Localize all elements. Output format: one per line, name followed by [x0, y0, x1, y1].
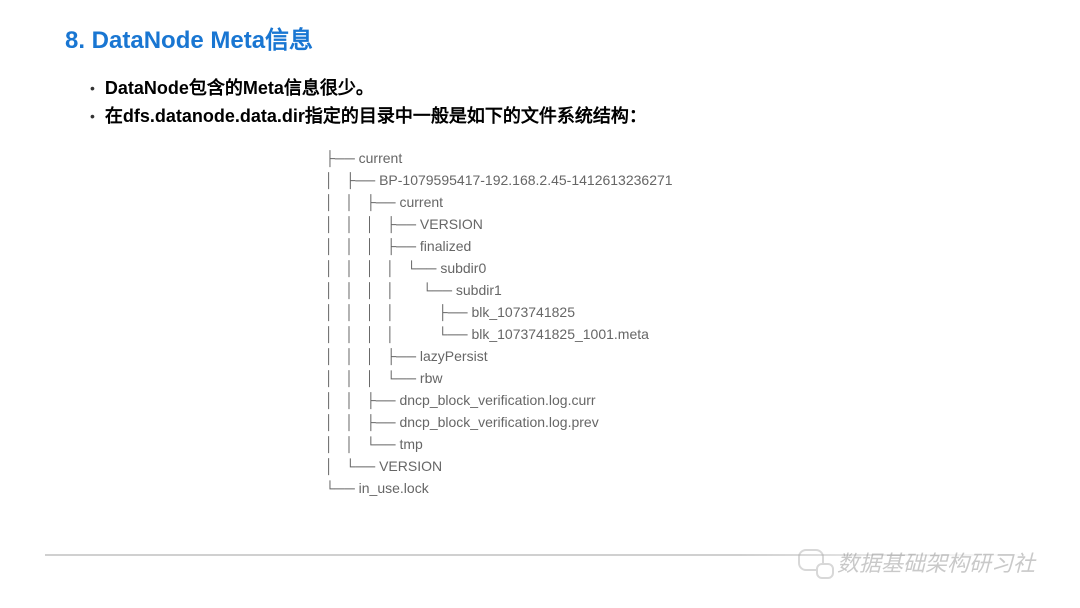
tree-line: │ │ ├── dncp_block_verification.log.prev: [325, 411, 1080, 433]
bullet-marker: •: [90, 103, 95, 129]
bullet-item: • 在dfs.datanode.data.dir指定的目录中一般是如下的文件系统…: [90, 103, 1080, 129]
tree-line: │ │ │ └── rbw: [325, 367, 1080, 389]
tree-line: │ │ │ ├── lazyPersist: [325, 345, 1080, 367]
tree-line: │ └── VERSION: [325, 455, 1080, 477]
tree-line: │ │ ├── dncp_block_verification.log.curr: [325, 389, 1080, 411]
slide-title: 8. DataNode Meta信息: [65, 20, 1080, 55]
bullet-text: 在dfs.datanode.data.dir指定的目录中一般是如下的文件系统结构…: [105, 103, 647, 129]
tree-line: │ │ │ ├── VERSION: [325, 213, 1080, 235]
bullet-list: • DataNode包含的Meta信息很少。 • 在dfs.datanode.d…: [90, 75, 1080, 129]
tree-line: │ │ │ ├── finalized: [325, 235, 1080, 257]
slide-container: 8. DataNode Meta信息 • DataNode包含的Meta信息很少…: [0, 0, 1080, 608]
tree-line: │ │ ├── current: [325, 191, 1080, 213]
bullet-marker: •: [90, 75, 95, 101]
tree-line: │ │ │ │ └── subdir1: [325, 279, 1080, 301]
tree-line: │ ├── BP-1079595417-192.168.2.45-1412613…: [325, 169, 1080, 191]
tree-line: │ │ └── tmp: [325, 433, 1080, 455]
chat-bubble-icon: [795, 544, 831, 580]
tree-line: ├── current: [325, 147, 1080, 169]
tree-line: │ │ │ │ └── subdir0: [325, 257, 1080, 279]
file-tree: ├── current │ ├── BP-1079595417-192.168.…: [325, 147, 1080, 499]
bullet-item: • DataNode包含的Meta信息很少。: [90, 75, 1080, 101]
tree-line: └── in_use.lock: [325, 477, 1080, 499]
watermark-text: 数据基础架构研习社: [837, 546, 1035, 578]
watermark: 数据基础架构研习社: [795, 544, 1035, 580]
tree-line: │ │ │ │ └── blk_1073741825_1001.meta: [325, 323, 1080, 345]
bullet-text: DataNode包含的Meta信息很少。: [105, 75, 374, 101]
tree-line: │ │ │ │ ├── blk_1073741825: [325, 301, 1080, 323]
